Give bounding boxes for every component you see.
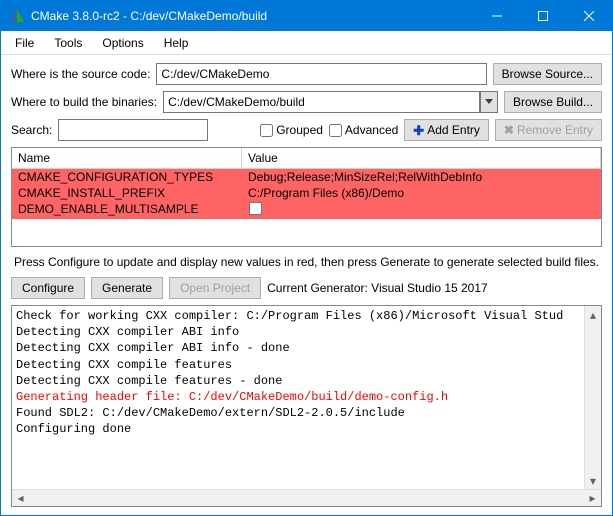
source-input[interactable] <box>156 63 486 85</box>
scrollbar-horizontal[interactable]: ◂ ▸ <box>12 489 601 506</box>
open-project-button[interactable]: Open Project <box>169 277 261 299</box>
cell-value[interactable]: C:/Program Files (x86)/Demo <box>242 185 601 201</box>
chevron-down-icon[interactable] <box>480 91 498 113</box>
source-label: Where is the source code: <box>11 67 150 81</box>
menu-help[interactable]: Help <box>154 33 199 53</box>
x-icon: ✖ <box>504 124 514 136</box>
plus-icon: ✚ <box>413 124 424 137</box>
col-value[interactable]: Value <box>242 148 601 168</box>
generate-button[interactable]: Generate <box>91 277 163 299</box>
output-text[interactable]: Check for working CXX compiler: C:/Progr… <box>12 306 584 489</box>
scroll-down-icon[interactable]: ▾ <box>585 472 602 489</box>
search-row: Search: Grouped Advanced ✚Add Entry ✖Rem… <box>11 119 602 141</box>
search-label: Search: <box>11 123 52 137</box>
generate-row: Configure Generate Open Project Current … <box>11 277 602 299</box>
col-name[interactable]: Name <box>12 148 242 168</box>
menu-file[interactable]: File <box>5 33 44 53</box>
grouped-checkbox[interactable]: Grouped <box>260 123 323 137</box>
add-entry-button[interactable]: ✚Add Entry <box>404 119 489 141</box>
build-combo[interactable] <box>163 91 498 113</box>
menu-tools[interactable]: Tools <box>44 33 92 53</box>
maximize-button[interactable] <box>520 1 566 31</box>
browse-source-button[interactable]: Browse Source... <box>493 63 602 85</box>
titlebar: CMake 3.8.0-rc2 - C:/dev/CMakeDemo/build <box>1 1 612 31</box>
scroll-right-icon[interactable]: ▸ <box>584 490 601 507</box>
cache-table: Name Value CMAKE_CONFIGURATION_TYPESDebu… <box>11 147 602 247</box>
configure-button[interactable]: Configure <box>11 277 85 299</box>
build-row: Where to build the binaries: Browse Buil… <box>11 91 602 113</box>
close-button[interactable] <box>566 1 612 31</box>
menu-options[interactable]: Options <box>92 33 153 53</box>
build-input[interactable] <box>163 91 480 113</box>
scrollbar-vertical[interactable]: ▴ ▾ <box>584 306 601 489</box>
cell-name: CMAKE_CONFIGURATION_TYPES <box>12 169 242 185</box>
build-label: Where to build the binaries: <box>11 95 157 109</box>
minimize-button[interactable] <box>474 1 520 31</box>
cell-value[interactable] <box>242 201 601 219</box>
browse-build-button[interactable]: Browse Build... <box>504 91 602 113</box>
table-row[interactable]: CMAKE_CONFIGURATION_TYPESDebug;Release;M… <box>12 169 601 185</box>
output-panel: Check for working CXX compiler: C:/Progr… <box>11 305 602 507</box>
app-window: CMake 3.8.0-rc2 - C:/dev/CMakeDemo/build… <box>0 0 613 516</box>
table-header: Name Value <box>12 148 601 169</box>
scroll-up-icon[interactable]: ▴ <box>585 306 602 323</box>
advanced-checkbox[interactable]: Advanced <box>329 123 398 137</box>
source-row: Where is the source code: Browse Source.… <box>11 63 602 85</box>
table-body: CMAKE_CONFIGURATION_TYPESDebug;Release;M… <box>12 169 601 246</box>
remove-entry-button[interactable]: ✖Remove Entry <box>495 119 602 141</box>
hint-text: Press Configure to update and display ne… <box>11 253 602 271</box>
content-area: Where is the source code: Browse Source.… <box>1 55 612 515</box>
current-generator: Current Generator: Visual Studio 15 2017 <box>267 281 488 295</box>
cell-value[interactable]: Debug;Release;MinSizeRel;RelWithDebInfo <box>242 169 601 185</box>
cell-name: DEMO_ENABLE_MULTISAMPLE <box>12 201 242 219</box>
app-icon <box>9 8 25 24</box>
menubar: File Tools Options Help <box>1 31 612 55</box>
table-row[interactable]: CMAKE_INSTALL_PREFIXC:/Program Files (x8… <box>12 185 601 201</box>
cell-name: CMAKE_INSTALL_PREFIX <box>12 185 242 201</box>
window-title: CMake 3.8.0-rc2 - C:/dev/CMakeDemo/build <box>31 9 474 23</box>
search-input[interactable] <box>58 119 208 141</box>
scroll-left-icon[interactable]: ◂ <box>12 490 29 507</box>
checkbox-icon[interactable] <box>249 202 262 215</box>
table-row[interactable]: DEMO_ENABLE_MULTISAMPLE <box>12 201 601 219</box>
